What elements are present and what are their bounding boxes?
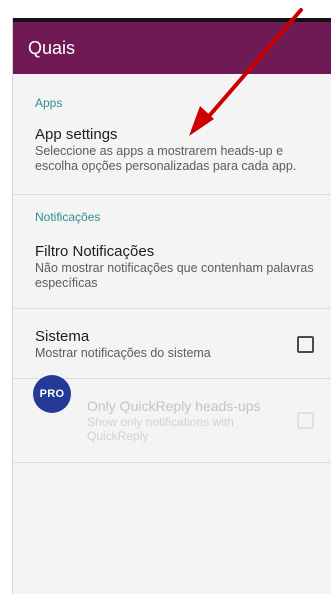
app-settings-subtitle: Seleccione as apps a mostrarem heads-up … <box>35 144 297 173</box>
pro-badge-icon: PRO <box>33 375 71 413</box>
notification-filter-item[interactable]: Filtro Notificações Não mostrar notifica… <box>35 243 325 291</box>
system-notifications-item[interactable]: Sistema Mostrar notificações do sistema <box>35 328 285 361</box>
system-notifications-subtitle: Mostrar notificações do sistema <box>35 346 211 360</box>
quickreply-checkbox[interactable] <box>297 412 314 429</box>
notification-filter-subtitle: Não mostrar notificações que contenham p… <box>35 261 314 290</box>
app-settings-title: App settings <box>35 126 118 143</box>
divider <box>13 462 331 463</box>
app-settings-item[interactable]: App settings Seleccione as apps a mostra… <box>35 126 325 174</box>
pro-badge-label: PRO <box>39 388 65 400</box>
section-header-apps: Apps <box>35 96 63 110</box>
system-notifications-checkbox[interactable] <box>297 336 314 353</box>
settings-screen: Quais Apps App settings Seleccione as ap… <box>12 18 331 594</box>
quickreply-subtitle: Show only notifications with QuickReply <box>87 415 234 443</box>
divider <box>13 308 331 309</box>
divider <box>13 194 331 195</box>
system-notifications-title: Sistema <box>35 328 90 345</box>
app-bar: Quais <box>13 22 331 74</box>
quickreply-title: Only QuickReply heads-ups <box>87 398 261 414</box>
notification-filter-title: Filtro Notificações <box>35 243 155 260</box>
quickreply-item[interactable]: Only QuickReply heads-ups Show only noti… <box>87 398 277 443</box>
section-header-notifications: Notificações <box>35 210 101 224</box>
app-bar-title: Quais <box>28 37 76 58</box>
